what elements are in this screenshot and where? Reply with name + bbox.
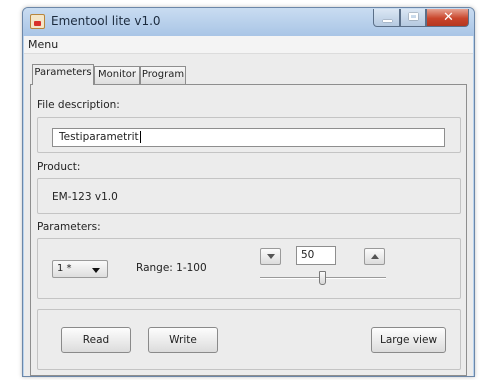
read-button[interactable]: Read <box>61 327 131 353</box>
java-app-icon <box>30 14 45 29</box>
client-area: Menu Parameters Monitor Program File des… <box>24 36 473 376</box>
parameter-select-value: 1 * <box>57 263 72 274</box>
close-icon: ✕ <box>443 10 454 25</box>
tab-parameters[interactable]: Parameters <box>32 64 94 85</box>
product-label: Product: <box>37 161 81 173</box>
parameters-tab-panel: File description: Testiparametrit Produc… <box>30 84 467 376</box>
product-group: EM-123 v1.0 <box>37 178 461 214</box>
tab-monitor[interactable]: Monitor <box>94 66 140 84</box>
increment-button[interactable] <box>364 248 385 265</box>
file-description-label: File description: <box>37 99 120 111</box>
decrement-button[interactable] <box>260 248 281 265</box>
chevron-down-icon <box>92 268 100 273</box>
maximize-button[interactable] <box>400 9 426 27</box>
text-cursor <box>139 131 141 143</box>
product-value: EM-123 v1.0 <box>52 191 118 203</box>
file-description-group: Testiparametrit <box>37 117 461 153</box>
parameters-label: Parameters: <box>37 221 101 233</box>
title-bar[interactable]: Ementool lite v1.0 ✕ <box>23 8 474 36</box>
minimize-button[interactable] <box>373 9 400 27</box>
arrow-up-icon <box>371 254 379 259</box>
parameter-select[interactable]: 1 * <box>52 260 108 278</box>
large-view-button[interactable]: Large view <box>371 327 446 353</box>
arrow-down-icon <box>267 254 275 259</box>
tab-program[interactable]: Program <box>140 66 186 84</box>
parameters-group: 1 * Range: 1-100 50 <box>37 238 461 299</box>
write-button[interactable]: Write <box>148 327 218 353</box>
actions-group: Read Write Large view <box>37 309 461 370</box>
menu-item-menu[interactable]: Menu <box>28 38 58 51</box>
parameter-value-input[interactable]: 50 <box>296 246 336 265</box>
app-window: Ementool lite v1.0 ✕ Menu Parameters Mon… <box>22 7 475 377</box>
window-title: Ementool lite v1.0 <box>51 14 161 28</box>
range-label: Range: 1-100 <box>136 262 207 274</box>
menu-bar: Menu <box>24 36 473 54</box>
parameter-slider-thumb[interactable] <box>318 271 326 285</box>
close-button[interactable]: ✕ <box>426 9 469 27</box>
file-description-value: Testiparametrit <box>59 131 139 143</box>
file-description-input[interactable]: Testiparametrit <box>52 128 445 147</box>
